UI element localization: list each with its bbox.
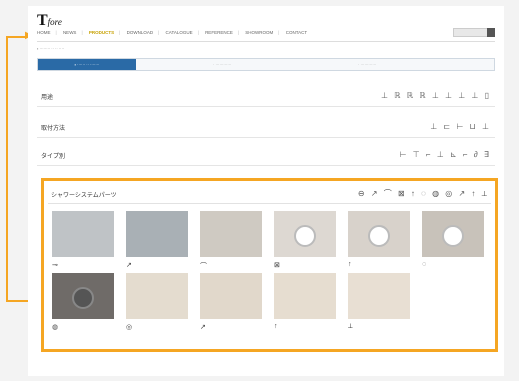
parts-header: シャワーシステムパーツ ⊖ ↗ ⌒ ⊠ ↑ ◌ ◍ ◎ ↗ ↑ ⟂ bbox=[48, 185, 491, 204]
fixture-shape bbox=[442, 225, 464, 247]
filter-row-mounting: 取付方法 ⊥ ⊏ ⊢ ⊔ ⊥ bbox=[37, 118, 495, 138]
fixture-shape bbox=[368, 225, 390, 247]
product-icon: ↑ bbox=[274, 323, 278, 330]
product-card[interactable]: ↗ bbox=[200, 273, 266, 331]
site-logo[interactable]: Tfore bbox=[37, 12, 62, 30]
product-card[interactable]: ⊠ bbox=[274, 211, 340, 269]
nav-showroom[interactable]: SHOWROOM bbox=[245, 30, 273, 35]
nav-separator: | bbox=[237, 30, 239, 35]
fixture-shape bbox=[294, 225, 316, 247]
product-image bbox=[200, 211, 262, 257]
product-image bbox=[348, 211, 410, 257]
shower-parts-panel: シャワーシステムパーツ ⊖ ↗ ⌒ ⊠ ↑ ◌ ◍ ◎ ↗ ↑ ⟂ ⊸ ↗ ⌒ … bbox=[41, 178, 498, 352]
product-icon: ◌ bbox=[422, 261, 427, 268]
filter-row-type: タイプ別 ⊢ ⊤ ⌐ ⊥ ⊾ ⌐ ∂ ∃ bbox=[37, 146, 495, 166]
product-caption: ⟂ bbox=[348, 323, 414, 331]
logo-sub: fore bbox=[47, 17, 62, 27]
top-navigation: HOME | NEWS | PRODUCTS | DOWNLOAD | CATALOGU… bbox=[37, 30, 312, 35]
filter-row-usage: 用途 ⊥ ℝ ℝ ℝ ⊥ ⊥ ⊥ ⊥ ▯ bbox=[37, 87, 495, 107]
nav-catalogue[interactable]: CATALOGUE bbox=[166, 30, 193, 35]
filter-label: 用途 bbox=[41, 95, 54, 101]
search-button[interactable] bbox=[487, 28, 495, 37]
nav-reference[interactable]: REFERENCE bbox=[205, 30, 233, 35]
nav-separator: | bbox=[197, 30, 199, 35]
parts-title: シャワーシステムパーツ bbox=[51, 193, 117, 199]
product-image bbox=[126, 211, 188, 257]
nav-products[interactable]: PRODUCTS bbox=[89, 30, 114, 35]
tab-second[interactable]: · ············ bbox=[213, 59, 231, 70]
mounting-icons[interactable]: ⊥ ⊏ ⊢ ⊔ ⊥ bbox=[430, 122, 491, 131]
nav-download[interactable]: DOWNLOAD bbox=[127, 30, 154, 35]
product-card[interactable]: ↑ bbox=[348, 211, 414, 268]
nav-separator: | bbox=[55, 30, 57, 35]
product-image bbox=[348, 273, 410, 319]
product-icon: ↑ bbox=[348, 261, 352, 268]
product-image bbox=[274, 273, 336, 319]
filter-label: タイプ別 bbox=[41, 154, 66, 160]
product-tabs: ▪ ······ ·· ······· · ············ · ···… bbox=[37, 58, 495, 71]
product-card[interactable]: ⌒ bbox=[200, 211, 266, 271]
nav-separator: | bbox=[158, 30, 160, 35]
product-image bbox=[200, 273, 262, 319]
product-card[interactable]: ⊸ bbox=[52, 211, 118, 269]
product-icon: ◍ bbox=[52, 324, 59, 331]
product-icon: ⊠ bbox=[274, 262, 280, 269]
product-card[interactable]: ⟂ bbox=[348, 273, 414, 331]
product-caption: ↗ bbox=[126, 261, 192, 269]
product-icon: ↗ bbox=[200, 324, 206, 331]
nav-separator: | bbox=[81, 30, 83, 35]
product-caption: ↗ bbox=[200, 323, 266, 331]
product-image bbox=[126, 273, 188, 319]
product-image bbox=[274, 211, 336, 257]
product-image bbox=[52, 211, 114, 257]
product-caption: ⊠ bbox=[274, 261, 340, 269]
logo-main: T bbox=[37, 12, 48, 29]
product-caption: ⊸ bbox=[52, 261, 118, 269]
nav-separator: | bbox=[119, 30, 121, 35]
product-caption: ◌ bbox=[422, 261, 488, 268]
header-divider bbox=[37, 41, 495, 42]
product-icon: ↗ bbox=[126, 262, 132, 269]
tab-active[interactable]: ▪ ······ ·· ······· bbox=[38, 59, 136, 70]
product-icon: ◎ bbox=[126, 324, 133, 331]
highlight-connector bbox=[6, 36, 28, 302]
product-icon: ⊸ bbox=[52, 262, 58, 269]
product-card[interactable]: ◍ bbox=[52, 273, 118, 331]
product-caption: ◎ bbox=[126, 323, 192, 331]
nav-home[interactable]: HOME bbox=[37, 30, 51, 35]
product-image bbox=[422, 211, 484, 257]
type-icons[interactable]: ⊢ ⊤ ⌐ ⊥ ⊾ ⌐ ∂ ∃ bbox=[399, 150, 491, 159]
nav-separator: | bbox=[278, 30, 280, 35]
tab-third[interactable]: · ············ bbox=[358, 59, 376, 70]
product-card[interactable]: ↗ bbox=[126, 211, 192, 269]
product-card[interactable]: ◌ bbox=[422, 211, 488, 268]
filter-label: 取付方法 bbox=[41, 126, 66, 132]
parts-icons[interactable]: ⊖ ↗ ⌒ ⊠ ↑ ◌ ◍ ◎ ↗ ↑ ⟂ bbox=[358, 188, 489, 199]
product-image bbox=[52, 273, 114, 319]
product-icon: ⟂ bbox=[348, 323, 353, 330]
product-caption: ↑ bbox=[274, 323, 340, 330]
fixture-shape bbox=[72, 287, 94, 309]
product-caption: ↑ bbox=[348, 261, 414, 268]
product-icon: ⌒ bbox=[200, 263, 207, 270]
product-caption: ◍ bbox=[52, 323, 118, 331]
breadcrumb: ▪ ········ ·· ·· ···· bbox=[37, 46, 65, 51]
product-card[interactable]: ◎ bbox=[126, 273, 192, 331]
usage-icons[interactable]: ⊥ ℝ ℝ ℝ ⊥ ⊥ ⊥ ⊥ ▯ bbox=[381, 91, 491, 100]
product-card[interactable]: ↑ bbox=[274, 273, 340, 330]
product-caption: ⌒ bbox=[200, 261, 266, 271]
nav-news[interactable]: NEWS bbox=[63, 30, 77, 35]
nav-contact[interactable]: CONTACT bbox=[286, 30, 307, 35]
